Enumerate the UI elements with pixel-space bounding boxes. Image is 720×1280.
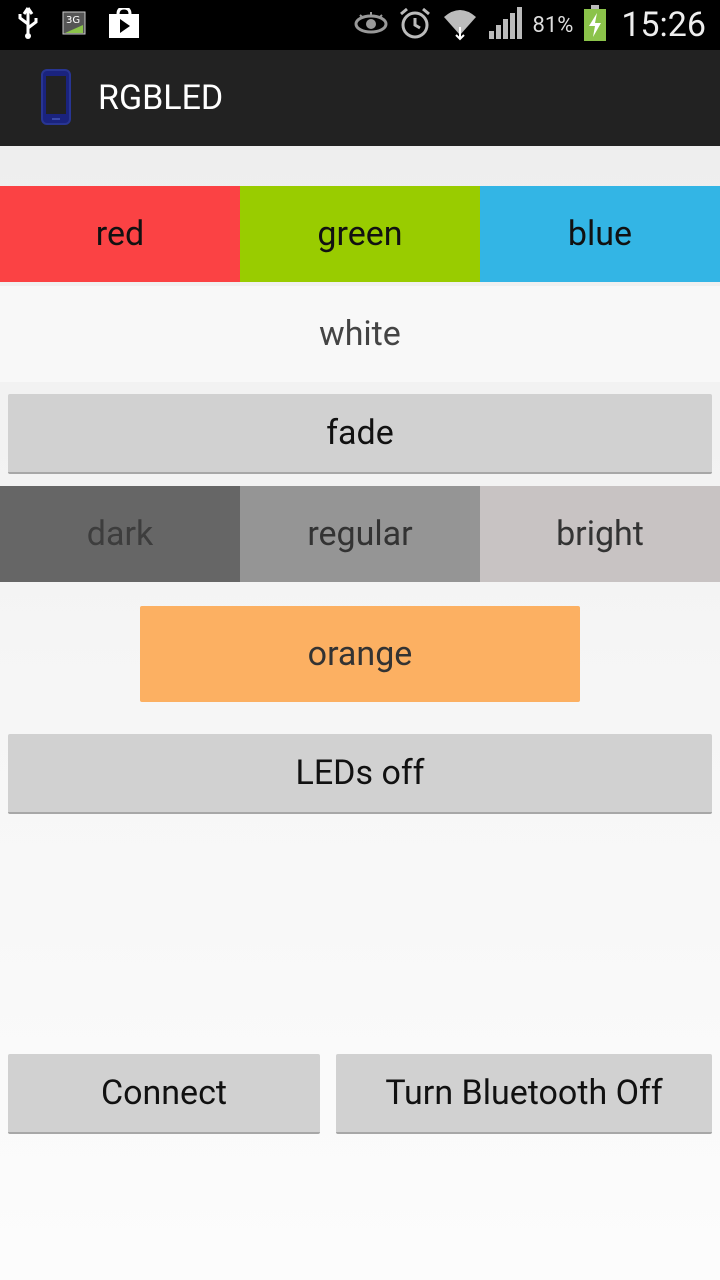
wifi-icon — [442, 5, 478, 45]
action-bar: RGBLED — [0, 50, 720, 146]
alarm-icon — [398, 6, 432, 44]
bright-button[interactable]: bright — [480, 486, 720, 582]
regular-button[interactable]: regular — [240, 486, 480, 582]
orange-button[interactable]: orange — [140, 606, 580, 702]
app-title: RGBLED — [98, 78, 224, 118]
white-row: white — [0, 286, 720, 382]
fade-button[interactable]: fade — [8, 394, 712, 474]
3g-icon: 3G — [62, 11, 86, 39]
red-button[interactable]: red — [0, 186, 240, 282]
usb-icon — [16, 6, 40, 44]
phone-icon — [40, 68, 72, 130]
rgb-row: red green blue — [0, 186, 720, 282]
status-bar: 3G 81% 15:26 — [0, 0, 720, 50]
dark-button[interactable]: dark — [0, 486, 240, 582]
green-button[interactable]: green — [240, 186, 480, 282]
battery-percent: 81% — [532, 12, 574, 38]
clock: 15:26 — [621, 5, 706, 45]
bluetooth-off-button[interactable]: Turn Bluetooth Off — [336, 1054, 712, 1134]
battery-charging-icon — [583, 5, 607, 45]
white-button[interactable]: white — [0, 286, 720, 382]
signal-icon — [488, 7, 523, 43]
eye-icon — [354, 11, 388, 39]
leds-off-button[interactable]: LEDs off — [8, 734, 712, 814]
play-store-icon — [108, 6, 140, 42]
svg-text:3G: 3G — [66, 15, 80, 26]
brightness-row: dark regular bright — [0, 486, 720, 582]
connect-button[interactable]: Connect — [8, 1054, 320, 1134]
blue-button[interactable]: blue — [480, 186, 720, 282]
